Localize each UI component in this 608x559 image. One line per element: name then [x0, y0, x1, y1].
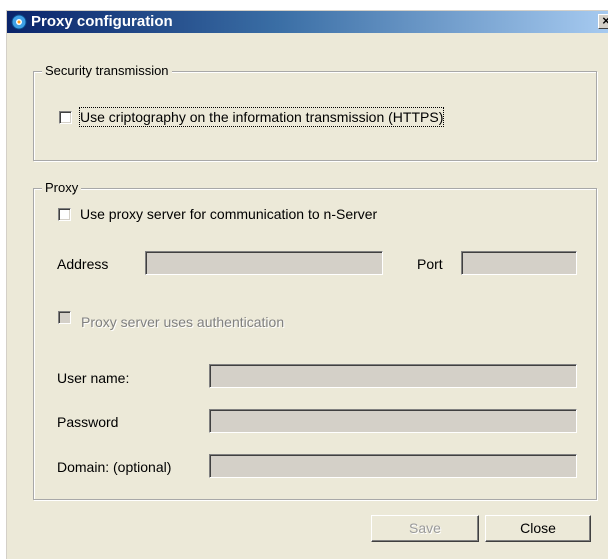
address-field[interactable]: [145, 251, 383, 275]
close-icon: ×: [602, 13, 608, 28]
close-button[interactable]: Close: [485, 515, 591, 542]
title-bar[interactable]: Proxy configuration ×: [7, 11, 608, 33]
password-field[interactable]: [209, 409, 577, 433]
use-proxy-checkbox[interactable]: [58, 208, 71, 221]
domain-field[interactable]: [209, 454, 577, 478]
port-field[interactable]: [461, 251, 577, 275]
security-legend: Security transmission: [42, 63, 172, 79]
https-checkbox[interactable]: [59, 111, 72, 124]
save-button[interactable]: Save: [371, 515, 479, 542]
port-label: Port: [417, 256, 443, 272]
domain-label: Domain: (optional): [57, 459, 172, 475]
gear-globe-icon: [11, 14, 27, 30]
auth-label[interactable]: Proxy server uses authentication: [81, 313, 284, 331]
window-title: Proxy configuration: [31, 13, 173, 30]
https-label[interactable]: Use criptography on the information tran…: [78, 107, 445, 127]
username-label: User name:: [57, 370, 130, 386]
address-label: Address: [57, 256, 109, 272]
password-label: Password: [57, 414, 119, 430]
proxy-config-dialog: Proxy configuration × Security transmiss…: [6, 10, 608, 559]
use-proxy-label[interactable]: Use proxy server for communication to n-…: [80, 205, 377, 223]
close-window-button[interactable]: ×: [598, 14, 608, 29]
username-field[interactable]: [209, 364, 577, 388]
auth-checkbox[interactable]: [58, 311, 71, 324]
proxy-legend: Proxy: [42, 180, 82, 196]
